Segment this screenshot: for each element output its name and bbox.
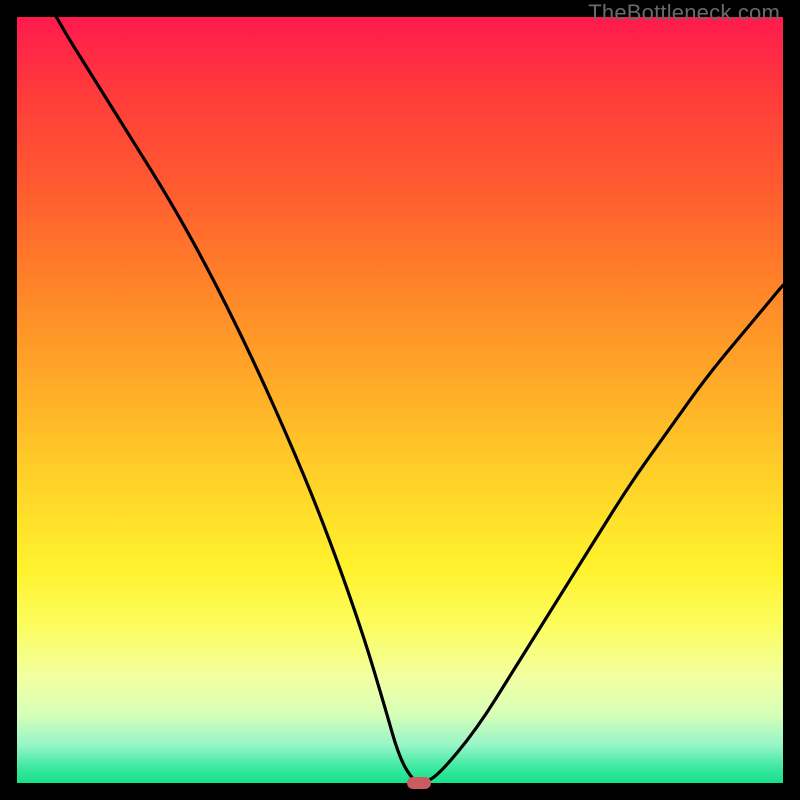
chart-frame: TheBottleneck.com — [0, 0, 800, 800]
watermark-label: TheBottleneck.com — [588, 0, 780, 26]
chart-plot-area — [17, 17, 783, 783]
bottleneck-curve — [17, 17, 783, 783]
optimum-marker-icon — [407, 777, 431, 789]
